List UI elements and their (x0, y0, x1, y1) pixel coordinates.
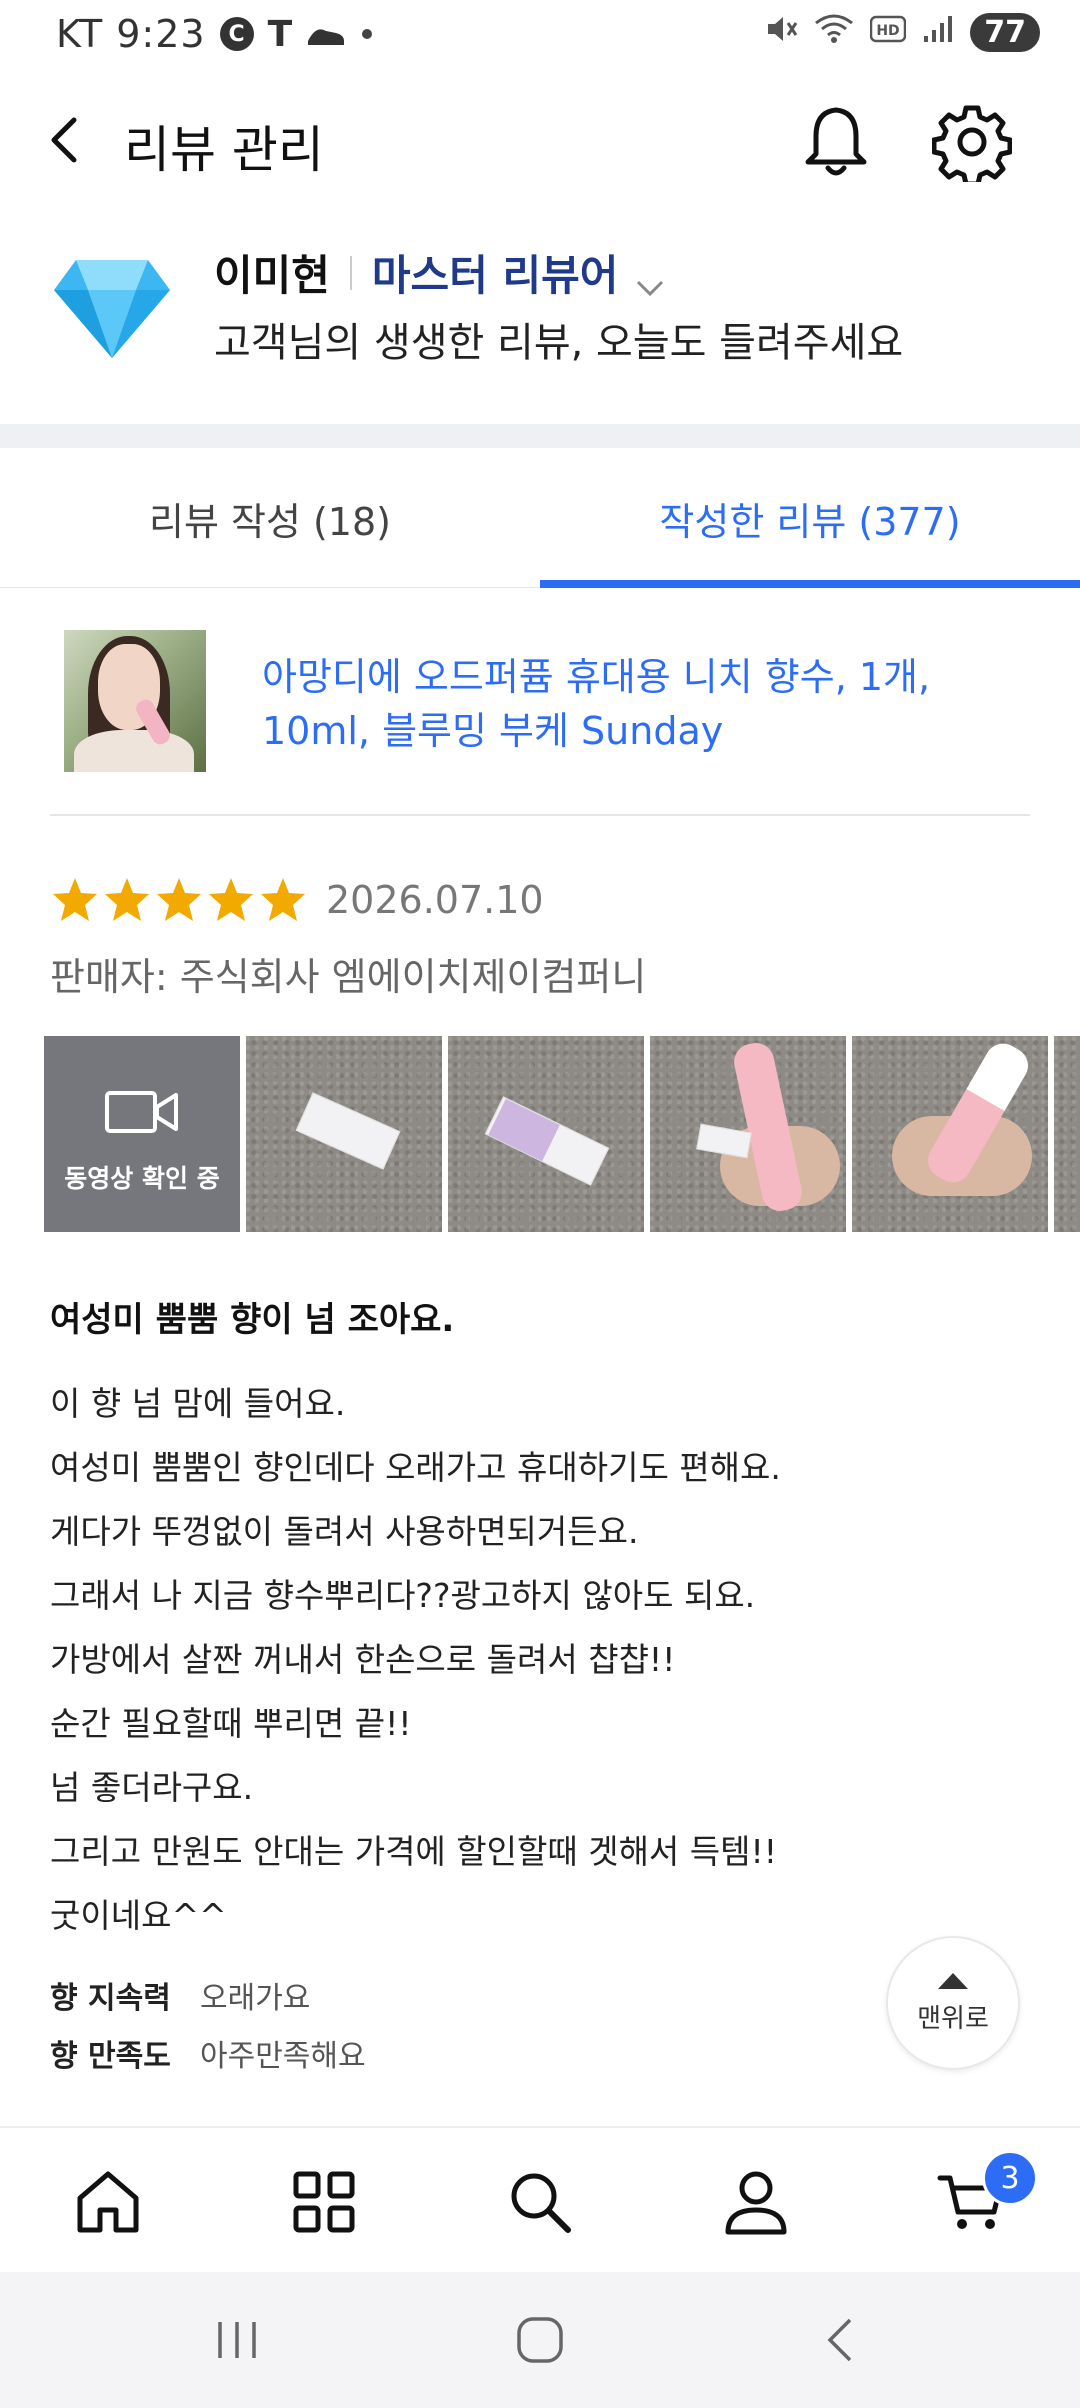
attribute-row: 향 만족도 아주만족해요 (50, 2028, 366, 2086)
status-time: KT 9:23 (56, 12, 206, 56)
attribute-key: 향 만족도 (50, 2039, 171, 2074)
product-name-link[interactable]: 아망디에 오드퍼퓸 휴대용 니치 향수, 1개, 10ml, 블루밍 부케 Su… (262, 650, 1042, 758)
mute-icon (764, 12, 798, 53)
video-camera-icon (105, 1091, 178, 1133)
account-icon[interactable] (720, 2166, 792, 2238)
battery-indicator: 77 (970, 13, 1040, 52)
search-icon[interactable] (504, 2166, 576, 2238)
review-line: 그래서 나 지금 향수뿌리다??광고하지 않아도 되요. (50, 1576, 756, 1615)
video-status-label: 동영상 확인 중 (64, 1164, 220, 1193)
review-line: 이 향 넘 맘에 들어요. (50, 1384, 346, 1423)
review-photo[interactable] (448, 1036, 644, 1232)
product-row[interactable]: 아망디에 오드퍼퓸 휴대용 니치 향수, 1개, 10ml, 블루밍 부케 Su… (0, 620, 1080, 810)
recent-apps-icon[interactable] (212, 2316, 262, 2364)
status-right: HD 77 (764, 12, 1040, 53)
review-line: 여성미 뿜뿜인 향인데다 오래가고 휴대하기도 편해요. (50, 1448, 781, 1487)
product-divider (50, 814, 1030, 816)
dot-icon (360, 27, 374, 41)
status-left: KT 9:23 C T (56, 12, 374, 56)
tab-write-review[interactable]: 리뷰 작성 (18) (0, 448, 540, 588)
review-line: 게다가 뚜껑없이 돌려서 사용하면되거든요. (50, 1512, 639, 1551)
seller-name: 판매자: 주식회사 엠에이치제이컴퍼니 (50, 955, 647, 999)
star-icon (102, 875, 152, 925)
back-icon[interactable] (40, 108, 96, 172)
wifi-icon (814, 13, 854, 52)
review-title: 여성미 뿜뿜 향이 넘 조아요. (50, 1300, 455, 1340)
video-thumbnail[interactable]: 동영상 확인 중 (44, 1036, 240, 1232)
attribute-value: 오래가요 (200, 1981, 311, 2016)
gear-icon[interactable] (931, 102, 1013, 187)
profile-section: 이미현 마스터 리뷰어 고객님의 생생한 리뷰, 오늘도 들려주세요 (0, 230, 1080, 400)
attribute-key: 향 지속력 (50, 1981, 171, 2016)
star-icon (50, 875, 100, 925)
review-line: 가방에서 살짠 꺼내서 한손으로 돌려서 챱챱!! (50, 1640, 676, 1679)
review-photo[interactable] (1054, 1036, 1080, 1232)
t-icon: T (267, 13, 293, 55)
star-icon (258, 875, 308, 925)
app-bar: 리뷰 관리 (0, 80, 1080, 200)
diamond-icon (52, 256, 172, 360)
review-media-strip[interactable]: 동영상 확인 중 (44, 1036, 1080, 1232)
thumb-body (74, 730, 194, 772)
hd-icon: HD (870, 15, 907, 50)
review-line: 그리고 만원도 안대는 가격에 할인할때 겟해서 득템!! (50, 1832, 777, 1871)
reviewer-grade: 마스터 리뷰어 (371, 251, 619, 300)
home-icon[interactable] (72, 2166, 144, 2238)
review-date: 2026.07.10 (326, 878, 544, 922)
review-attributes: 향 지속력 오래가요 향 만족도 아주만족해요 (50, 1970, 366, 2086)
c-circle-icon: C (219, 17, 254, 51)
review-photo[interactable] (246, 1036, 442, 1232)
home-button-icon[interactable] (514, 2316, 566, 2364)
attribute-row: 향 지속력 오래가요 (50, 1970, 366, 2028)
chevron-down-icon[interactable] (632, 261, 668, 296)
profile-header[interactable]: 이미현 마스터 리뷰어 (214, 242, 668, 303)
review-line: 넘 좋더라구요. (50, 1768, 254, 1807)
tab-selected-indicator (540, 580, 1080, 588)
star-icon (206, 875, 256, 925)
review-tabs: 리뷰 작성 (18) 작성한 리뷰 (377) (0, 448, 1080, 588)
review-photo[interactable] (650, 1036, 846, 1232)
svg-text:HD: HD (877, 23, 900, 39)
signal-icon (922, 14, 954, 51)
category-icon[interactable] (288, 2166, 360, 2238)
star-icon (154, 875, 204, 925)
page-title: 리뷰 관리 (124, 121, 324, 179)
rating-row: 2026.07.10 (50, 872, 544, 928)
tab-written-reviews[interactable]: 작성한 리뷰 (377) (540, 448, 1080, 588)
scroll-to-top-button[interactable]: 맨위로 (886, 1936, 1020, 2070)
bottom-nav: 3 (0, 2126, 1080, 2272)
review-body: 이 향 넘 맘에 들어요. 여성미 뿜뿜인 향인데다 오래가고 휴대하기도 편해… (50, 1372, 1030, 1948)
photo-background (1054, 1036, 1080, 1232)
back-button-icon[interactable] (820, 2316, 860, 2364)
shoe-icon (306, 21, 346, 47)
scroll-to-top-label: 맨위로 (917, 2003, 989, 2034)
status-bar: KT 9:23 C T HD 77 (0, 0, 1080, 70)
bell-icon[interactable] (798, 102, 874, 182)
caret-up-icon (938, 1972, 968, 1989)
review-line: 굿이네요^^ (50, 1896, 227, 1935)
user-name: 이미현 (214, 251, 330, 300)
profile-message: 고객님의 생생한 리뷰, 오늘도 들려주세요 (214, 320, 904, 366)
review-photo[interactable] (852, 1036, 1048, 1232)
attribute-value: 아주만족해요 (200, 2039, 366, 2074)
product-thumbnail[interactable] (64, 630, 206, 772)
section-divider (0, 424, 1080, 448)
system-nav-bar (0, 2272, 1080, 2408)
review-line: 순간 필요할때 뿌리면 끝!! (50, 1704, 412, 1743)
cart-count-badge: 3 (982, 2150, 1038, 2206)
divider (349, 255, 352, 290)
